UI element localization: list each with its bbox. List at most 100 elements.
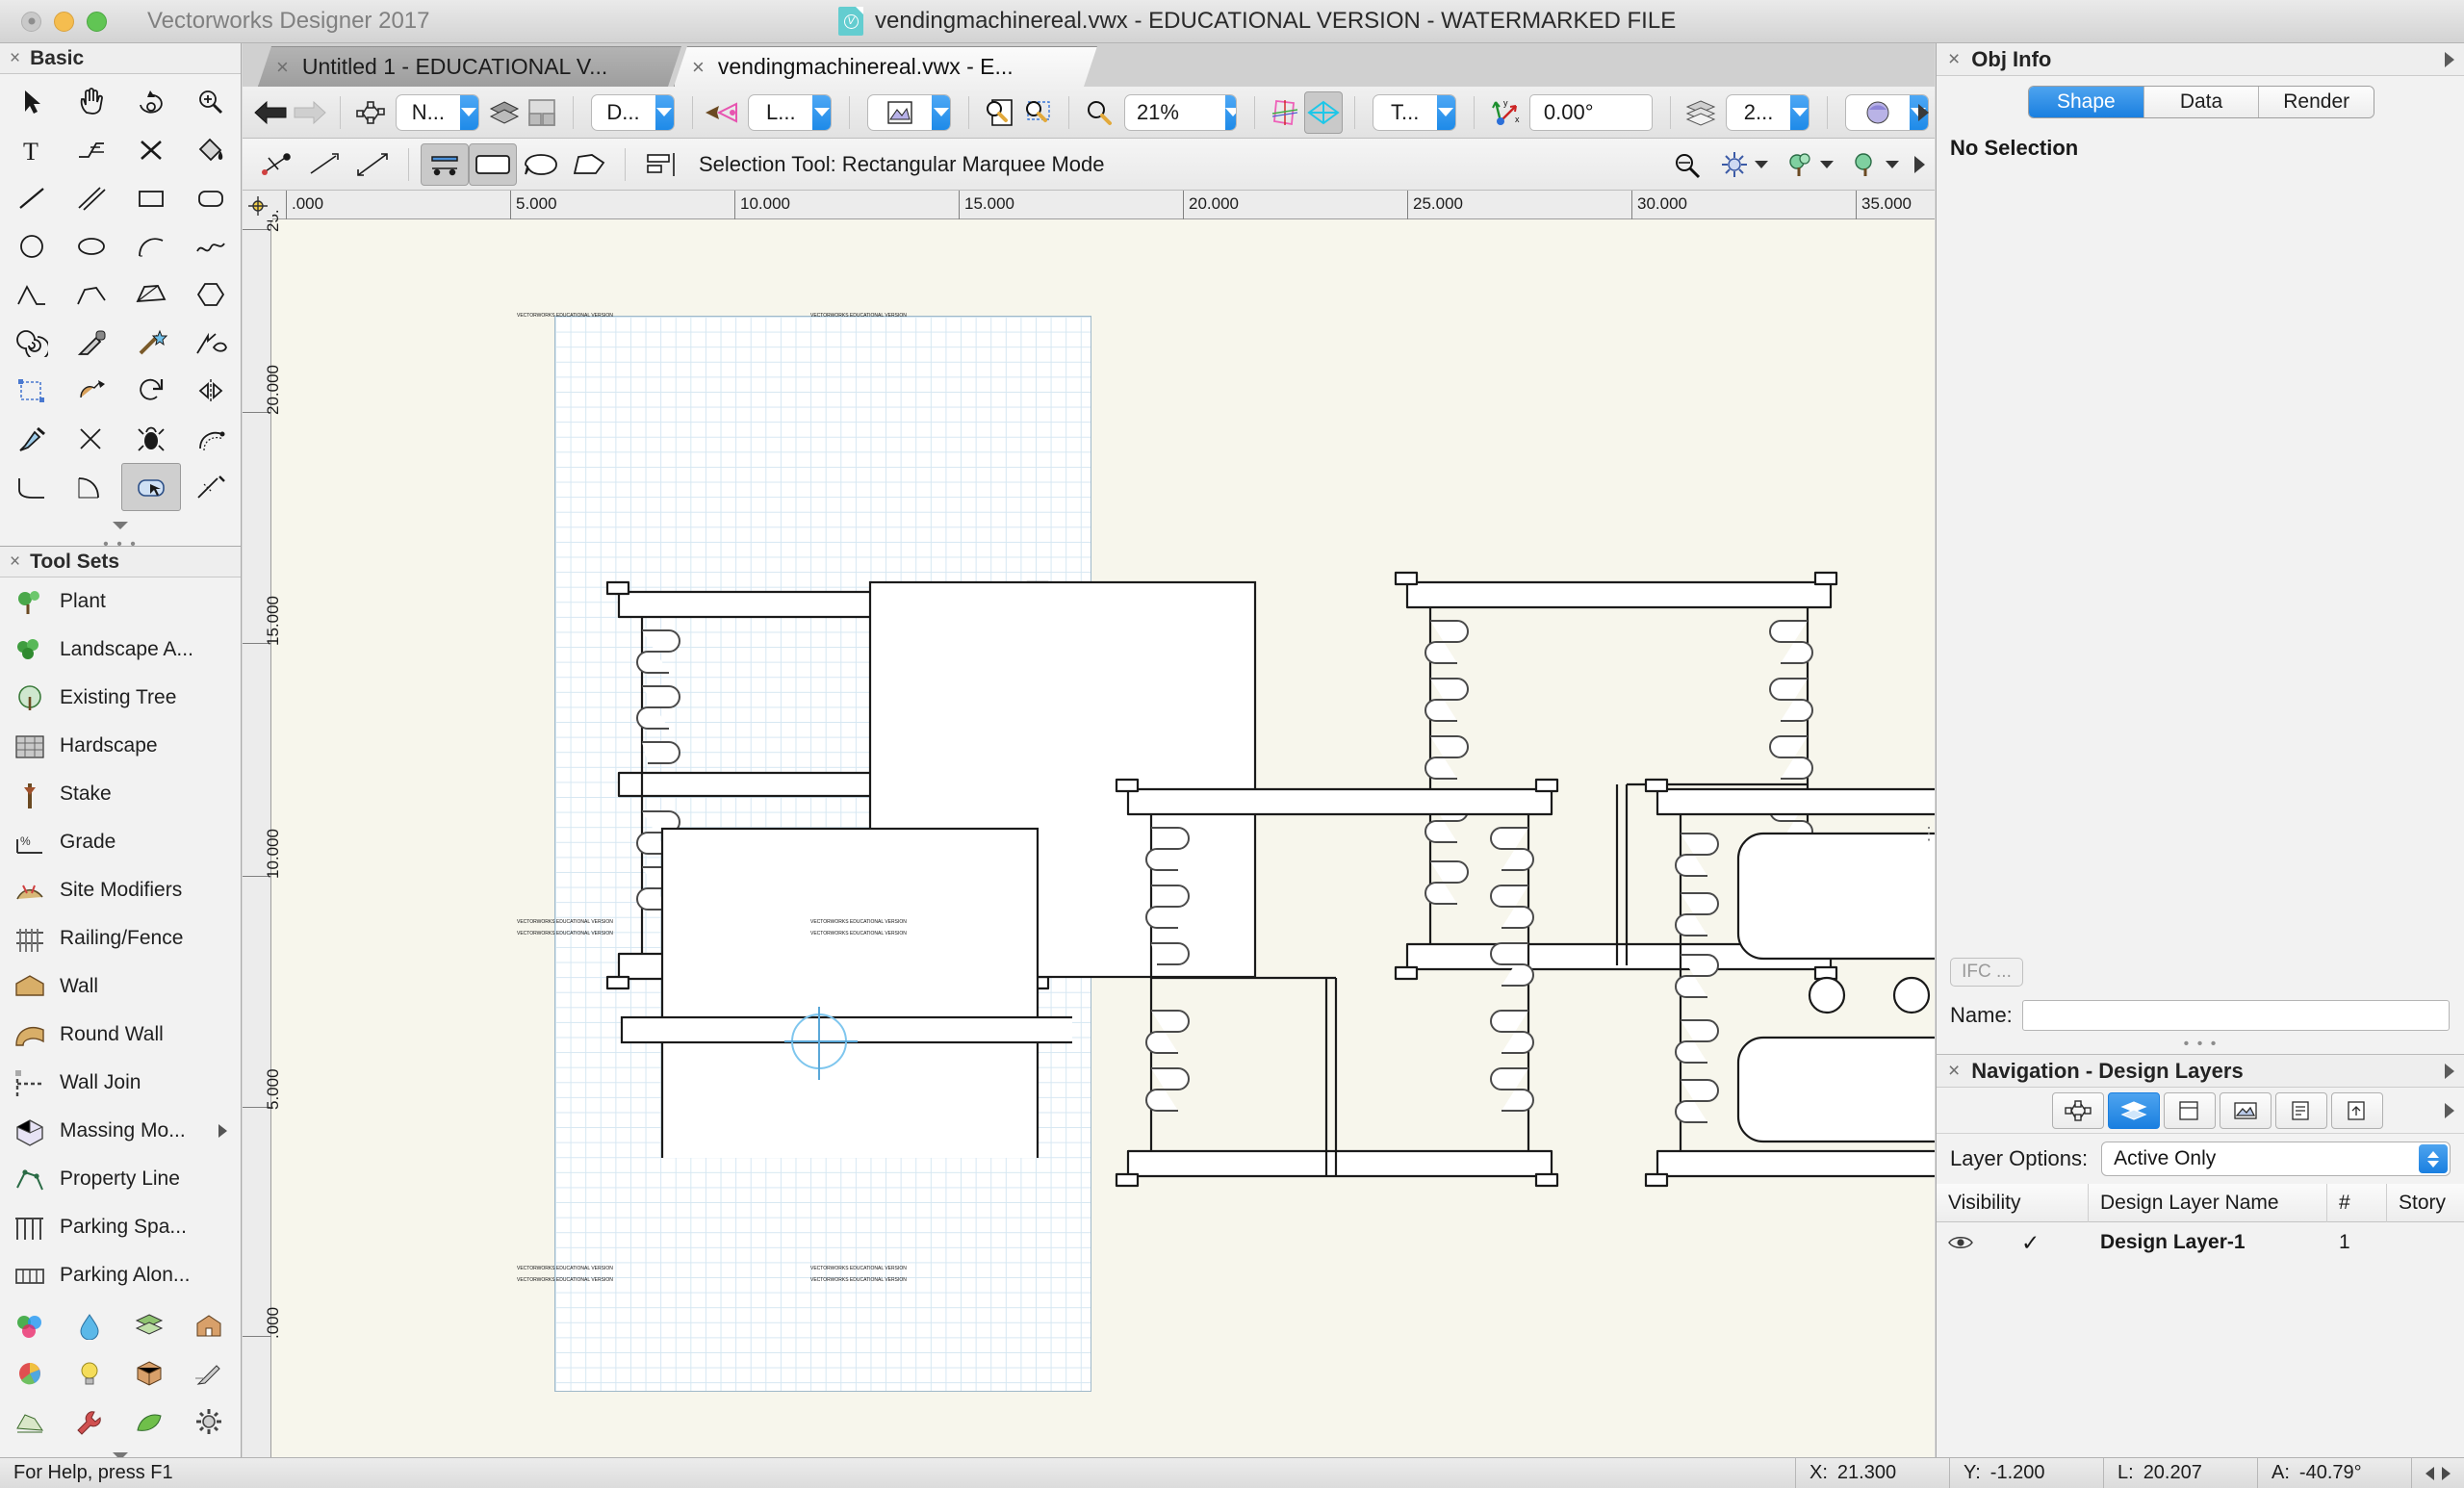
chevron-down-icon[interactable] xyxy=(1224,94,1236,130)
sheet-layers-icon[interactable] xyxy=(2164,1091,2216,1129)
toolbar-overflow-arrow[interactable] xyxy=(1914,155,1925,173)
tool-set-item-round-wall[interactable]: Round Wall xyxy=(0,1011,241,1059)
rounded-rectangle-icon[interactable] xyxy=(181,174,241,222)
tab-shape[interactable]: Shape xyxy=(2029,87,2144,117)
eyedropper-icon[interactable] xyxy=(62,319,121,367)
tool-set-item-grade[interactable]: % Grade xyxy=(0,818,241,866)
render-ball-combo[interactable] xyxy=(1844,93,1929,131)
arc-tool-icon[interactable] xyxy=(121,222,181,270)
lightbulb-icon[interactable] xyxy=(60,1349,119,1398)
chevron-down-icon[interactable] xyxy=(1755,160,1768,168)
marquee-poly-icon[interactable] xyxy=(565,143,613,186)
submenu-arrow-icon[interactable] xyxy=(218,1124,227,1138)
concave-corner-icon[interactable] xyxy=(62,463,121,511)
saved-view-combo[interactable]: L... xyxy=(748,93,833,131)
chevron-down-icon[interactable] xyxy=(459,94,478,130)
snap-smart-points-icon[interactable] xyxy=(348,143,397,186)
gear-icon[interactable] xyxy=(179,1398,239,1446)
render-mode-combo[interactable] xyxy=(867,93,952,131)
close-icon[interactable]: × xyxy=(1948,1060,1960,1083)
tool-set-item-plant[interactable]: Plant xyxy=(0,577,241,626)
trim-icon[interactable] xyxy=(62,415,121,463)
tool-set-item-railing-fence[interactable]: Railing/Fence xyxy=(0,914,241,962)
rotate-view-icon[interactable] xyxy=(121,78,181,126)
selection-arrow-icon[interactable] xyxy=(2,78,62,126)
chevron-down-icon[interactable] xyxy=(654,94,674,130)
fillet-bug-icon[interactable] xyxy=(121,415,181,463)
obj-info-resize-grip[interactable]: • • • xyxy=(1937,1035,2464,1054)
tool-set-item-stake[interactable]: Stake xyxy=(0,770,241,818)
horizontal-ruler[interactable]: .000 5.000 10.000 15.000 20.000 25.000 30.000 3… xyxy=(243,191,1935,219)
spiral-icon[interactable] xyxy=(2,319,62,367)
tool-set-item-property-line[interactable]: Property Line xyxy=(0,1155,241,1203)
align-distribute-icon[interactable] xyxy=(637,143,685,186)
polygon-tool-icon[interactable] xyxy=(181,270,241,319)
name-field[interactable] xyxy=(2021,1000,2450,1031)
marquee-rect-icon[interactable] xyxy=(469,142,517,186)
working-plane-icon[interactable] xyxy=(1267,91,1304,134)
tab-render[interactable]: Render xyxy=(2259,87,2374,117)
marquee-select-icon[interactable] xyxy=(121,463,181,511)
magnifier-icon[interactable] xyxy=(1081,91,1118,134)
water-drop-icon[interactable] xyxy=(60,1301,119,1349)
tab-vendingmachinereal[interactable]: × vendingmachinereal.vwx - E... xyxy=(674,46,1097,87)
paint-brush-icon[interactable] xyxy=(2,415,62,463)
back-arrow-icon[interactable] xyxy=(252,91,290,134)
texture-pen-icon[interactable] xyxy=(179,1349,239,1398)
chevron-down-icon[interactable] xyxy=(1820,160,1834,168)
tool-set-item-site-modifiers[interactable]: Site Modifiers xyxy=(0,866,241,914)
text-tool-icon[interactable]: T xyxy=(2,126,62,174)
vertical-ruler[interactable]: 25. 20.000 15.000 10.000 5.000 .000 xyxy=(243,191,282,1457)
tab-data[interactable]: Data xyxy=(2143,87,2260,117)
table-row[interactable]: ✓ Design Layer-1 1 xyxy=(1937,1222,2464,1263)
close-icon[interactable]: × xyxy=(10,48,20,69)
plan-view-icon[interactable] xyxy=(1304,90,1343,134)
rotate-object-icon[interactable] xyxy=(121,367,181,415)
rectangle-tool-icon[interactable] xyxy=(121,174,181,222)
close-icon[interactable]: × xyxy=(276,55,289,80)
fit-to-page-icon[interactable] xyxy=(981,91,1018,134)
wand-select-icon[interactable] xyxy=(121,319,181,367)
drawing-canvas[interactable]: .000 5.000 10.000 15.000 20.000 25.000 30.000 3… xyxy=(243,191,1935,1457)
tool-set-item-parking-spa[interactable]: Parking Spa... xyxy=(0,1203,241,1251)
ifc-button[interactable]: IFC ... xyxy=(1950,958,2023,987)
viewports-icon[interactable] xyxy=(2220,1091,2272,1129)
saved-view-icon[interactable] xyxy=(704,91,742,134)
site-plan-icon[interactable] xyxy=(0,1398,60,1446)
offset-icon[interactable] xyxy=(181,415,241,463)
viewport-layout-icon[interactable] xyxy=(523,91,560,134)
status-field-a[interactable]: A: -40.79° xyxy=(2257,1457,2411,1488)
quad-mesh-icon[interactable] xyxy=(121,270,181,319)
layers-stack-icon[interactable] xyxy=(485,91,523,134)
wrench-icon[interactable] xyxy=(60,1398,119,1446)
tool-set-item-wall-join[interactable]: Wall Join xyxy=(0,1059,241,1107)
building-icon[interactable] xyxy=(179,1301,239,1349)
panel-menu-caret[interactable] xyxy=(2445,1063,2454,1079)
basic-palette-disclosure[interactable] xyxy=(0,515,241,536)
tool-set-item-existing-tree[interactable]: Existing Tree xyxy=(0,674,241,722)
status-field-y[interactable]: Y: -1.200 xyxy=(1949,1457,2103,1488)
design-layers-icon[interactable] xyxy=(2108,1091,2160,1129)
callout-icon[interactable] xyxy=(62,126,121,174)
tool-set-item-hardscape[interactable]: Hardscape xyxy=(0,722,241,770)
smart-cursor-icon[interactable] xyxy=(1778,143,1826,186)
zoom-combo[interactable]: 21% xyxy=(1123,93,1237,131)
extrude-icon[interactable] xyxy=(62,367,121,415)
navigation-menu-caret[interactable] xyxy=(2445,1102,2454,1118)
references-icon[interactable] xyxy=(2331,1091,2383,1129)
zoom-in-icon[interactable] xyxy=(181,78,241,126)
tool-set-item-parking-alon[interactable]: Parking Alon... xyxy=(0,1251,241,1299)
status-field-l[interactable]: L: 20.207 xyxy=(2103,1457,2257,1488)
forward-arrow-icon[interactable] xyxy=(290,91,327,134)
class-combo[interactable]: N... xyxy=(395,93,479,131)
column-visibility[interactable]: Visibility xyxy=(1937,1183,2089,1222)
pan-hand-icon[interactable] xyxy=(62,78,121,126)
dimension-x-icon[interactable] xyxy=(121,126,181,174)
green-shape-icon[interactable] xyxy=(119,1398,179,1446)
tab-untitled-1[interactable]: × Untitled 1 - EDUCATIONAL V... xyxy=(258,46,681,87)
chevron-down-icon[interactable] xyxy=(1436,94,1455,130)
chamfer-icon[interactable] xyxy=(62,270,121,319)
close-icon[interactable]: × xyxy=(10,552,20,573)
smart-options-icon[interactable] xyxy=(1843,143,1891,186)
snap-to-line-icon[interactable] xyxy=(300,143,348,186)
